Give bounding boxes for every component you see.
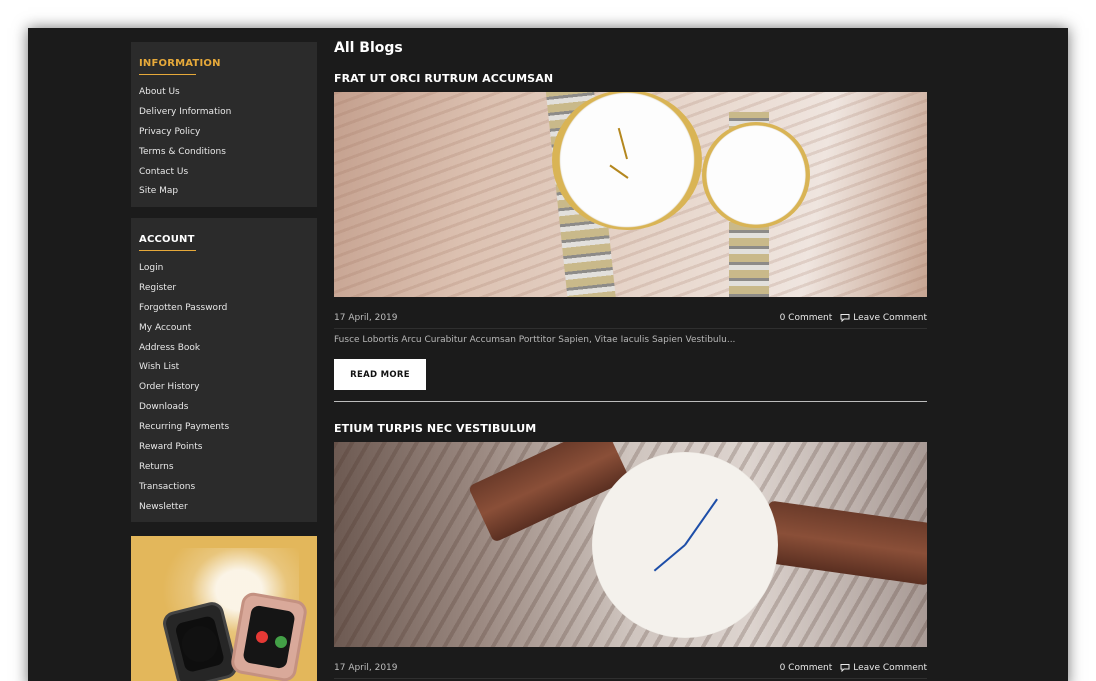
- chronograph-watch-face: [592, 452, 778, 638]
- information-panel: INFORMATION About Us Delivery Informatio…: [131, 42, 317, 207]
- post-title[interactable]: ETIUM TURPIS NEC VESTIBULUM: [334, 422, 927, 437]
- leave-comment-link[interactable]: Leave Comment: [840, 313, 927, 323]
- post-date: 17 April, 2019: [334, 662, 398, 673]
- leave-comment-label: Leave Comment: [853, 312, 927, 323]
- sidebar-link-about-us[interactable]: About Us: [139, 86, 309, 106]
- sidebar-link-reward-points[interactable]: Reward Points: [139, 441, 309, 461]
- post-excerpt: Fusce Lobortis Arcu Curabitur Accumsan P…: [334, 335, 736, 345]
- post-divider: [334, 401, 927, 402]
- blog-post: ETIUM TURPIS NEC VESTIBULUM 17 April, 20…: [334, 422, 927, 679]
- information-links: About Us Delivery Information Privacy Po…: [139, 86, 309, 205]
- small-watch-face: [702, 122, 810, 228]
- promo-banner-smartwatch[interactable]: [131, 536, 317, 681]
- sidebar-link-forgotten-password[interactable]: Forgotten Password: [139, 302, 309, 322]
- sidebar-link-site-map[interactable]: Site Map: [139, 185, 309, 205]
- sidebar-link-recurring-payments[interactable]: Recurring Payments: [139, 421, 309, 441]
- large-watch-face: [552, 92, 702, 230]
- sidebar-link-privacy-policy[interactable]: Privacy Policy: [139, 126, 309, 146]
- post-image-gold-watches[interactable]: [334, 92, 927, 297]
- sidebar-link-order-history[interactable]: Order History: [139, 381, 309, 401]
- post-meta: 17 April, 2019 0 Comment Leave Comment: [334, 307, 927, 329]
- sidebar-link-transactions[interactable]: Transactions: [139, 481, 309, 501]
- sidebar-link-contact-us[interactable]: Contact Us: [139, 166, 309, 186]
- sidebar-link-newsletter[interactable]: Newsletter: [139, 501, 309, 521]
- accept-call-icon: [275, 636, 287, 648]
- post-meta: 17 April, 2019 0 Comment Leave Comment: [334, 657, 927, 679]
- post-date: 17 April, 2019: [334, 312, 398, 323]
- leave-comment-label: Leave Comment: [853, 662, 927, 673]
- comment-bubble-icon: [840, 313, 850, 322]
- watch-leather-strap: [760, 500, 927, 586]
- account-panel: ACCOUNT Login Register Forgotten Passwor…: [131, 218, 317, 522]
- sidebar-link-delivery-information[interactable]: Delivery Information: [139, 106, 309, 126]
- sidebar-link-terms-conditions[interactable]: Terms & Conditions: [139, 146, 309, 166]
- page-title: All Blogs: [334, 40, 403, 56]
- sidebar-link-returns[interactable]: Returns: [139, 461, 309, 481]
- read-more-button[interactable]: READ MORE: [334, 359, 426, 390]
- sidebar-link-address-book[interactable]: Address Book: [139, 342, 309, 362]
- sidebar-link-login[interactable]: Login: [139, 262, 309, 282]
- blog-post: FRAT UT ORCI RUTRUM ACCUMSAN 17 April, 2…: [334, 72, 927, 402]
- post-image-leather-watch[interactable]: [334, 442, 927, 647]
- sidebar: INFORMATION About Us Delivery Informatio…: [131, 42, 317, 681]
- account-title: ACCOUNT: [139, 234, 195, 245]
- sidebar-link-wish-list[interactable]: Wish List: [139, 361, 309, 381]
- information-title-underline: [139, 74, 196, 75]
- sidebar-link-my-account[interactable]: My Account: [139, 322, 309, 342]
- comment-count[interactable]: 0 Comment: [780, 313, 833, 323]
- comment-bubble-icon: [840, 663, 850, 672]
- blog-list: All Blogs FRAT UT ORCI RUTRUM ACCUMSAN 1…: [334, 40, 927, 679]
- sidebar-link-register[interactable]: Register: [139, 282, 309, 302]
- account-links: Login Register Forgotten Password My Acc…: [139, 262, 309, 521]
- post-title[interactable]: FRAT UT ORCI RUTRUM ACCUMSAN: [334, 72, 927, 87]
- leave-comment-link[interactable]: Leave Comment: [840, 663, 927, 673]
- page-frame: INFORMATION About Us Delivery Informatio…: [28, 28, 1068, 681]
- comment-count[interactable]: 0 Comment: [780, 663, 833, 673]
- account-title-underline: [139, 250, 196, 251]
- information-title: INFORMATION: [139, 58, 221, 69]
- sidebar-link-downloads[interactable]: Downloads: [139, 401, 309, 421]
- promo-watch-rose: [229, 590, 309, 681]
